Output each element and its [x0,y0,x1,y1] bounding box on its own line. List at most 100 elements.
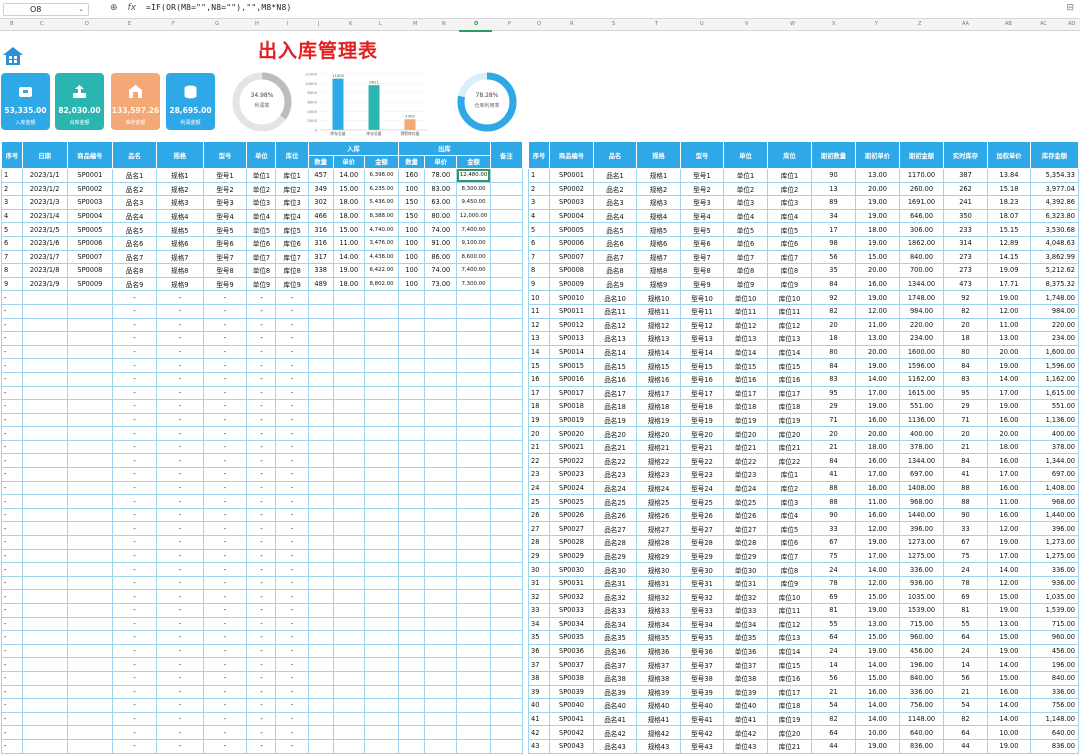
table-cell[interactable]: 12.89 [987,235,1031,251]
table-cell[interactable]: 品名22 [593,453,637,469]
table-cell[interactable] [424,439,458,455]
table-cell[interactable] [332,616,365,632]
table-cell[interactable] [456,521,491,537]
column-letter[interactable]: H [255,21,259,27]
table-cell[interactable] [21,344,68,360]
table-cell[interactable] [21,603,68,618]
table-cell[interactable]: 15.00 [332,181,365,197]
column-header-cell[interactable]: 品名 [112,141,157,169]
table-cell[interactable]: 71 [943,412,988,428]
column-letter[interactable]: S [612,21,615,27]
table-cell[interactable] [456,399,491,414]
table-cell[interactable] [363,385,400,401]
table-cell[interactable] [398,317,426,333]
table-cell[interactable]: 35 [528,630,550,645]
table-cell[interactable]: 单位14 [723,344,768,360]
table-cell[interactable] [332,521,365,537]
table-cell[interactable]: 968.00 [899,494,944,509]
table-cell[interactable] [456,467,491,482]
table-cell[interactable]: 2023/1/6 [21,235,68,251]
table-cell[interactable]: 品名42 [593,725,637,740]
table-cell[interactable] [489,303,524,319]
table-cell[interactable]: 型号15 [680,358,724,373]
table-cell[interactable]: 19.00 [987,358,1031,373]
table-cell[interactable]: - [155,738,204,754]
table-cell[interactable] [398,535,426,550]
table-cell[interactable]: 品名30 [593,562,637,577]
table-cell[interactable] [307,738,334,754]
table-cell[interactable]: - [1,290,23,305]
table-cell[interactable]: SP0006 [66,235,114,251]
table-cell[interactable]: 型号8 [680,263,724,278]
table-cell[interactable]: - [246,630,277,645]
table-cell[interactable]: 单位15 [723,358,768,373]
table-cell[interactable]: 14 [943,657,988,672]
table-cell[interactable]: - [1,575,23,591]
table-cell[interactable]: 品名19 [593,412,637,428]
table-cell[interactable] [66,303,114,319]
column-letter[interactable]: N [442,21,446,27]
table-cell[interactable]: - [246,439,277,455]
table-cell[interactable]: - [155,616,204,632]
table-cell[interactable]: 单位42 [723,725,768,740]
table-cell[interactable]: 1170.00 [899,168,944,183]
table-cell[interactable]: 16.00 [855,276,900,292]
table-cell[interactable] [307,507,334,523]
table-cell[interactable]: 库位2 [275,181,309,197]
table-cell[interactable]: 型号26 [680,507,724,523]
table-cell[interactable]: - [246,711,277,727]
table-cell[interactable] [489,235,524,251]
table-cell[interactable]: 库位10 [767,290,812,305]
table-cell[interactable]: 1615.00 [899,385,944,401]
table-cell[interactable] [456,303,491,319]
table-cell[interactable]: - [202,467,248,482]
table-cell[interactable]: 17.00 [987,467,1031,482]
table-cell[interactable]: 20 [811,317,856,333]
table-cell[interactable]: 88 [811,480,856,496]
table-cell[interactable] [66,657,114,672]
table-cell[interactable]: 规格34 [636,616,681,632]
table-cell[interactable]: 42 [528,725,550,740]
table-cell[interactable]: 品名43 [593,738,637,754]
table-cell[interactable]: 19.00 [855,643,900,659]
table-cell[interactable] [424,331,458,346]
table-cell[interactable]: - [202,371,248,387]
table-cell[interactable]: 库位8 [767,562,812,577]
table-cell[interactable]: 19.09 [987,263,1031,278]
table-cell[interactable]: 品名5 [112,222,157,237]
table-cell[interactable]: - [1,670,23,686]
table-cell[interactable] [332,725,365,740]
table-cell[interactable]: - [155,303,204,319]
table-cell[interactable] [398,711,426,727]
table-cell[interactable]: 19.00 [987,643,1031,659]
table-cell[interactable]: 型号30 [680,562,724,577]
table-cell[interactable] [489,317,524,333]
table-cell[interactable]: 库位1 [767,467,812,482]
table-cell[interactable]: - [155,521,204,537]
table-cell[interactable]: - [202,385,248,401]
table-cell[interactable]: 单位6 [246,235,277,251]
table-cell[interactable]: 78.00 [424,168,458,183]
table-cell[interactable]: 316 [307,235,334,251]
table-cell[interactable]: 33 [943,521,988,537]
table-cell[interactable] [489,616,524,632]
table-cell[interactable]: 84 [943,453,988,469]
table-cell[interactable] [66,562,114,577]
table-cell[interactable]: - [155,331,204,346]
table-cell[interactable]: 12.00 [855,521,900,537]
table-cell[interactable]: - [275,725,309,740]
table-cell[interactable] [456,684,491,700]
table-cell[interactable]: 67 [811,535,856,550]
table-cell[interactable]: - [275,494,309,509]
table-cell[interactable]: - [246,643,277,659]
table-cell[interactable] [307,439,334,455]
table-cell[interactable]: 81 [943,603,988,618]
table-cell[interactable]: 41 [528,711,550,727]
column-header-cell[interactable]: 单位 [723,141,768,169]
table-cell[interactable] [489,358,524,373]
table-cell[interactable]: 2 [1,181,23,197]
table-cell[interactable]: 5,354.33 [1030,168,1079,183]
table-cell[interactable]: 78 [811,575,856,591]
table-cell[interactable]: SP0008 [66,263,114,278]
table-cell[interactable] [489,657,524,672]
